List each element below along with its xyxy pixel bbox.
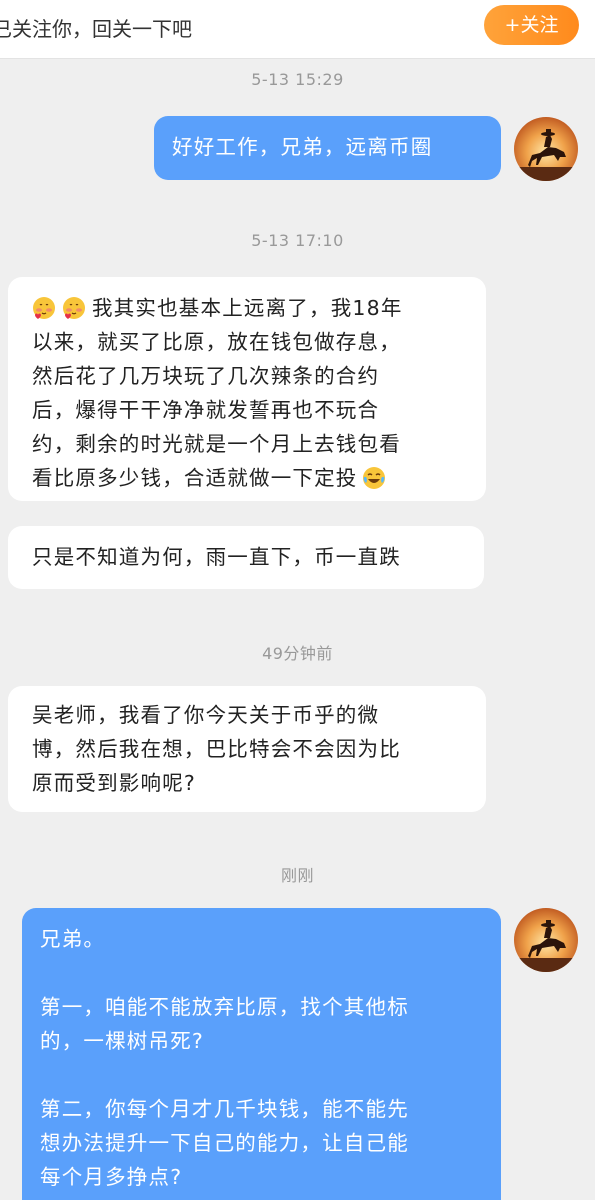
sent-message-bubble[interactable]: 兄弟。 第一，咱能不能放弃比原，找个其他标 的，一棵树吊死? 第二，你每个月才几…: [22, 908, 501, 1200]
message-line: 原而受到影响呢?: [32, 771, 196, 795]
message-line: 博，然后我在想，巴比特会不会因为比: [32, 737, 401, 761]
message-line: 兄弟。: [40, 927, 106, 951]
received-message-bubble[interactable]: 我其实也基本上远离了，我18年 以来，就买了比原，放在钱包做存息， 然后花了几万…: [8, 277, 486, 501]
message-line: 想办法提升一下自己的能力，让自己能: [40, 1131, 409, 1155]
blushing-heart-emoji: [32, 296, 56, 320]
cowboy-avatar-icon: [514, 908, 578, 972]
message-line: 以来，就买了比原，放在钱包做存息，: [32, 330, 401, 354]
received-message-bubble[interactable]: 只是不知道为何，雨一直下，币一直跌: [8, 526, 484, 589]
received-message-bubble[interactable]: 吴老师，我看了你今天关于币乎的微 博，然后我在想，巴比特会不会因为比 原而受到影…: [8, 686, 486, 812]
timestamp: 5-13 15:29: [251, 70, 344, 89]
message-text: 好好工作，兄弟，远离币圈: [172, 135, 433, 159]
message-line: 的，一棵树吊死?: [40, 1029, 204, 1053]
timestamp: 49分钟前: [262, 644, 333, 663]
laughing-tears-emoji: [362, 466, 386, 490]
blushing-heart-emoji: [62, 296, 86, 320]
avatar[interactable]: [514, 117, 578, 181]
message-line: 我其实也基本上远离了，我18年: [32, 291, 486, 325]
avatar[interactable]: [514, 908, 578, 972]
follow-button[interactable]: +关注: [484, 5, 579, 45]
message-text: 只是不知道为何，雨一直下，币一直跌: [32, 545, 401, 569]
cowboy-avatar-icon: [514, 117, 578, 181]
sent-message-bubble[interactable]: 好好工作，兄弟，远离币圈: [154, 116, 501, 180]
message-line: [40, 1058, 501, 1092]
message-line: 然后花了几万块玩了几次辣条的合约: [32, 364, 380, 388]
message-line: 吴老师，我看了你今天关于币乎的微: [32, 703, 380, 727]
message-line: 每个月多挣点?: [40, 1165, 183, 1189]
message-line: [40, 956, 501, 990]
message-line: 约，剩余的时光就是一个月上去钱包看: [32, 432, 401, 456]
message-line: 第二，你每个月才几千块钱，能不能先: [40, 1097, 409, 1121]
timestamp: 5-13 17:10: [251, 231, 344, 250]
follow-notice-text: 已关注你，回关一下吧: [0, 17, 192, 41]
follow-banner: 已关注你，回关一下吧 +关注: [0, 0, 595, 59]
message-line: 第一，咱能不能放弃比原，找个其他标: [40, 995, 409, 1019]
message-line: 看比原多少钱，合适就做一下定投: [32, 461, 486, 495]
faint-header-remnant: [60, 0, 130, 8]
message-line: 后，爆得干干净净就发誓再也不玩合: [32, 398, 380, 422]
timestamp: 刚刚: [280, 866, 314, 885]
